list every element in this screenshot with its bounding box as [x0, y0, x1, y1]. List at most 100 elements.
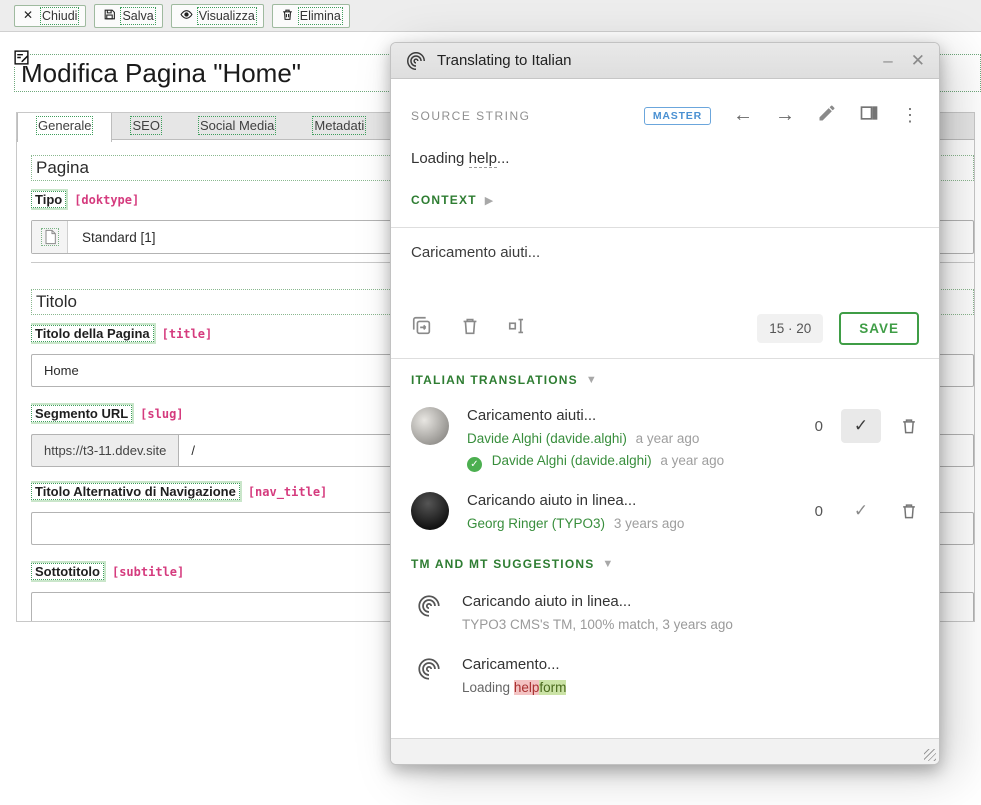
tab-seo-label: SEO [132, 118, 159, 133]
char-counter: 15 · 20 [757, 314, 823, 343]
approve-button[interactable]: ✓ [841, 501, 881, 521]
translation-author[interactable]: Davide Alghi (davide.alghi) [467, 431, 627, 446]
resize-handle[interactable] [924, 749, 936, 761]
dialog-footer [391, 738, 939, 764]
crowdin-logo-icon [405, 50, 427, 72]
context-toggle[interactable]: CONTEXT ▶ [391, 193, 939, 207]
suggestion-diff: Loading helpform [462, 680, 566, 695]
dialog-title: Translating to Italian [437, 52, 865, 69]
dialog-header[interactable]: Translating to Italian – ✕ [391, 43, 939, 79]
translation-entry: Caricamento aiuti... Davide Alghi (david… [391, 407, 939, 472]
translations-header-row[interactable]: ITALIAN TRANSLATIONS ▼ [391, 373, 939, 387]
translations-header: ITALIAN TRANSLATIONS [411, 373, 578, 387]
title-key: [title] [162, 327, 213, 341]
tab-seo[interactable]: SEO [112, 113, 179, 139]
previous-string-icon[interactable]: ← [733, 104, 753, 127]
tm-suggestion[interactable]: Caricamento... Loading helpform [391, 656, 939, 695]
delete-translation-icon[interactable] [899, 416, 919, 436]
suggestion-text: Caricando aiuto in linea... [462, 593, 733, 610]
translation-author[interactable]: Georg Ringer (TYPO3) [467, 516, 605, 531]
translation-entry: Caricando aiuto in linea... Georg Ringer… [391, 492, 939, 531]
doktype-value: Standard [1] [68, 230, 156, 245]
view-button[interactable]: Visualizza [171, 4, 264, 28]
view-button-label: Visualizza [199, 9, 255, 23]
suggestions-collapse-icon: ▼ [602, 558, 613, 570]
subtitle-key: [subtitle] [112, 565, 184, 579]
side-panel-toggle-icon[interactable] [859, 103, 879, 128]
delete-translation-icon[interactable] [899, 501, 919, 521]
translation-text: Caricamento aiuti... [467, 407, 815, 424]
text-select-icon[interactable] [507, 315, 529, 342]
eye-icon [180, 8, 193, 24]
translation-controls: 0 ✓ [815, 407, 919, 445]
doktype-key: [doktype] [74, 193, 139, 207]
next-string-icon[interactable]: → [775, 104, 795, 127]
translation-author-row: Davide Alghi (davide.alghi) a year ago [467, 431, 815, 446]
slug-key: [slug] [140, 407, 183, 421]
save-translation-button[interactable]: SAVE [839, 312, 919, 345]
tab-generale[interactable]: Generale [17, 113, 112, 142]
edit-document-icon[interactable] [13, 49, 30, 66]
save-button[interactable]: Salva [94, 4, 162, 28]
vote-count: 0 [815, 503, 823, 520]
approver-name[interactable]: Davide Alghi (davide.alghi) [492, 453, 652, 468]
tab-social-media[interactable]: Social Media [180, 113, 294, 139]
edit-source-icon[interactable] [817, 103, 837, 128]
diff-removed: help [514, 680, 540, 695]
tab-social-media-label: Social Media [200, 118, 274, 133]
dialog-close-icon[interactable]: ✕ [911, 52, 925, 69]
close-button[interactable]: ✕ Chiudi [14, 5, 86, 27]
source-string-label: SOURCE STRING [411, 109, 644, 123]
crowdin-tm-icon [416, 656, 442, 682]
translation-entry-main[interactable]: Caricando aiuto in linea... Georg Ringer… [467, 492, 815, 531]
minimize-icon[interactable]: – [883, 52, 892, 69]
source-text: Loading help... [391, 150, 939, 167]
master-branch-badge[interactable]: MASTER [644, 107, 711, 125]
crowdin-tm-icon [416, 593, 442, 619]
translation-entry-main[interactable]: Caricamento aiuti... Davide Alghi (david… [467, 407, 815, 472]
vote-count: 0 [815, 418, 823, 435]
more-menu-icon[interactable]: ⋮ [901, 105, 919, 126]
doktype-label: Tipo [31, 191, 66, 208]
clear-translation-icon[interactable] [459, 315, 481, 342]
slug-label: Segmento URL [31, 405, 132, 422]
delete-button-label: Elimina [300, 9, 341, 23]
source-text-suffix: ... [497, 150, 510, 167]
nav-title-label: Titolo Alternativo di Navigazione [31, 483, 240, 500]
approval-time: a year ago [660, 453, 724, 468]
context-expand-icon: ▶ [485, 194, 493, 207]
translation-dialog: Translating to Italian – ✕ SOURCE STRING… [390, 42, 940, 765]
save-icon [103, 8, 116, 24]
tm-suggestion[interactable]: Caricando aiuto in linea... TYPO3 CMS's … [391, 593, 939, 632]
translation-text: Caricando aiuto in linea... [467, 492, 815, 509]
translation-time: 3 years ago [614, 516, 685, 531]
suggestions-header-row[interactable]: TM AND MT SUGGESTIONS ▼ [391, 557, 939, 571]
delete-button[interactable]: Elimina [272, 4, 350, 28]
translation-controls: 0 ✓ [815, 492, 919, 530]
tab-metadati[interactable]: Metadati [294, 113, 384, 139]
translation-tools [411, 315, 757, 342]
translation-author-row: Georg Ringer (TYPO3) 3 years ago [467, 516, 815, 531]
approval-row: ✓ Davide Alghi (davide.alghi) a year ago [467, 453, 815, 472]
suggestion-main: Caricamento... Loading helpform [462, 656, 566, 695]
suggestions-header: TM AND MT SUGGESTIONS [411, 557, 594, 571]
trash-icon [281, 8, 294, 24]
avatar [411, 407, 449, 445]
tab-metadati-label: Metadati [314, 118, 364, 133]
approved-check-icon: ✓ [467, 457, 482, 472]
translation-textarea[interactable]: Caricamento aiuti... [391, 228, 939, 308]
divider [391, 358, 939, 359]
suggestion-main: Caricando aiuto in linea... TYPO3 CMS's … [462, 593, 733, 632]
source-tools: MASTER ← → ⋮ [644, 103, 919, 128]
diff-prefix: Loading [462, 680, 514, 695]
translation-time: a year ago [636, 431, 700, 446]
approve-button[interactable]: ✓ [841, 409, 881, 443]
diff-added: form [539, 680, 566, 695]
doc-toolbar: ✕ Chiudi Salva Visualizza Elimina [0, 0, 981, 32]
title-label: Titolo della Pagina [31, 325, 154, 342]
dialog-body: SOURCE STRING MASTER ← → ⋮ Loading help.… [391, 79, 939, 738]
copy-source-icon[interactable] [411, 315, 433, 342]
nav-title-key: [nav_title] [248, 485, 327, 499]
page-type-icon [32, 221, 68, 253]
slug-prefix: https://t3-11.ddev.site [31, 434, 178, 467]
